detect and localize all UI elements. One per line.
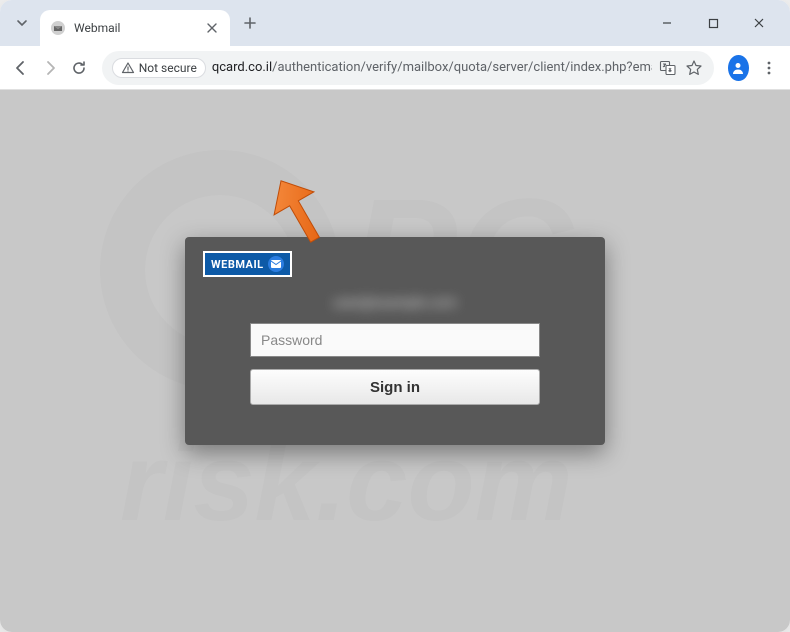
star-icon — [685, 59, 703, 77]
plus-icon — [243, 16, 257, 30]
close-icon — [207, 23, 217, 33]
password-input[interactable] — [250, 323, 540, 357]
mail-icon — [268, 256, 284, 272]
arrow-right-icon — [41, 59, 59, 77]
profile-button[interactable] — [728, 55, 749, 81]
toolbar: Not secure qcard.co.il/authentication/ve… — [0, 46, 790, 90]
mail-favicon — [50, 20, 66, 36]
forward-button[interactable] — [37, 52, 62, 84]
maximize-button[interactable] — [698, 8, 728, 38]
webmail-logo-badge: WEBMAIL — [203, 251, 292, 277]
person-icon — [730, 60, 746, 76]
arrow-left-icon — [12, 59, 30, 77]
address-bar[interactable]: Not secure qcard.co.il/authentication/ve… — [102, 51, 714, 85]
bookmark-button[interactable] — [684, 58, 704, 78]
tab-search-dropdown[interactable] — [8, 9, 36, 37]
warning-triangle-icon — [121, 61, 135, 75]
webmail-badge-text: WEBMAIL — [211, 258, 264, 271]
browser-window: Webmail — [0, 0, 790, 632]
chrome-menu-button[interactable] — [757, 52, 782, 84]
new-tab-button[interactable] — [236, 9, 264, 37]
tab-close-button[interactable] — [204, 20, 220, 36]
url-domain: qcard.co.il — [212, 60, 272, 75]
window-controls — [652, 8, 782, 38]
security-chip[interactable]: Not secure — [112, 58, 206, 78]
maximize-icon — [708, 18, 719, 29]
chevron-down-icon — [16, 17, 28, 29]
page-content: PC risk.com WEBMAIL user@example.com Sig… — [0, 90, 790, 632]
reload-button[interactable] — [67, 52, 92, 84]
url-path: /authentication/verify/mailbox/quota/ser… — [272, 60, 652, 75]
titlebar: Webmail — [0, 0, 790, 46]
login-panel: WEBMAIL user@example.com Sign in — [185, 237, 605, 445]
url-display: qcard.co.il/authentication/verify/mailbo… — [212, 60, 652, 75]
back-button[interactable] — [8, 52, 33, 84]
translate-button[interactable] — [658, 58, 678, 78]
kebab-menu-icon — [761, 60, 777, 76]
translate-icon — [659, 59, 677, 77]
signin-button[interactable]: Sign in — [250, 369, 540, 405]
reload-icon — [70, 59, 88, 77]
browser-tab[interactable]: Webmail — [40, 10, 230, 46]
close-icon — [753, 17, 765, 29]
close-window-button[interactable] — [744, 8, 774, 38]
minimize-icon — [661, 17, 673, 29]
minimize-button[interactable] — [652, 8, 682, 38]
tab-title: Webmail — [74, 21, 196, 35]
prefilled-email-blurred: user@example.com — [203, 295, 587, 311]
security-label: Not secure — [139, 61, 197, 75]
